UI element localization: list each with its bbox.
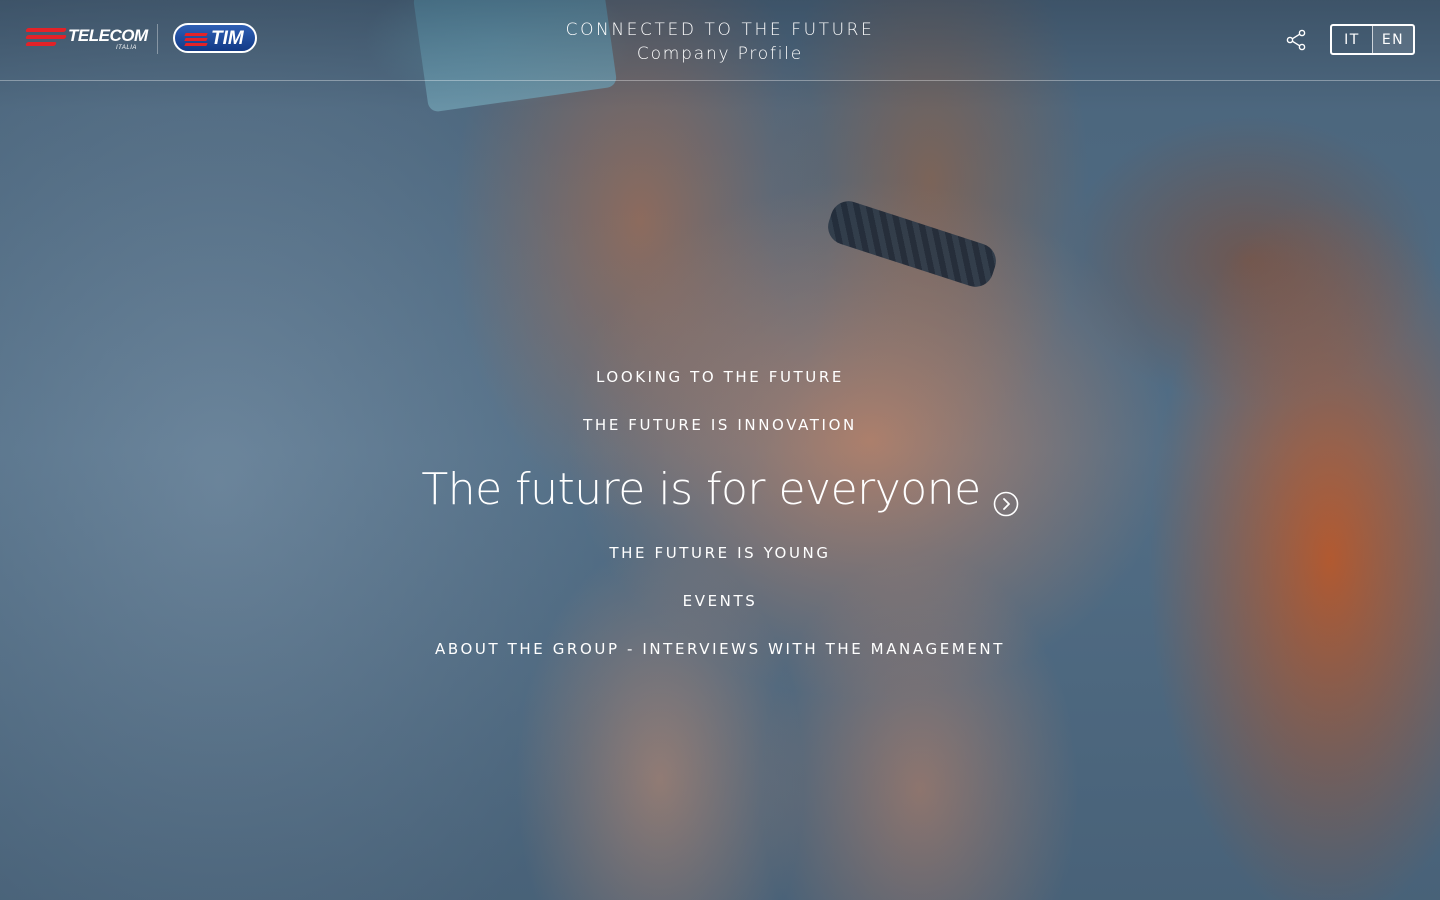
menu-item-events[interactable]: EVENTS — [0, 592, 1440, 610]
menu-item-about-the-group[interactable]: ABOUT THE GROUP - INTERVIEWS WITH THE MA… — [0, 640, 1440, 658]
page-title: CONNECTED TO THE FUTURE Company Profile — [420, 18, 1020, 66]
telecom-italia-logo[interactable]: TELECOM ITALIA — [25, 26, 148, 54]
page: TELECOM ITALIA TIM CONNECTED TO THE FUTU… — [0, 0, 1440, 900]
language-en[interactable]: EN — [1372, 26, 1413, 53]
menu-item-future-is-innovation[interactable]: THE FUTURE IS INNOVATION — [0, 416, 1440, 434]
menu-item-future-is-young[interactable]: THE FUTURE IS YOUNG — [0, 544, 1440, 562]
menu-item-featured-label: The future is for everyone — [421, 464, 981, 515]
language-it[interactable]: IT — [1332, 26, 1372, 53]
share-icon[interactable] — [1284, 28, 1308, 52]
logo-divider — [157, 24, 158, 54]
header: TELECOM ITALIA TIM CONNECTED TO THE FUTU… — [0, 0, 1440, 81]
tim-logo[interactable]: TIM — [173, 23, 257, 53]
page-title-line1: CONNECTED TO THE FUTURE — [565, 20, 875, 40]
menu-item-looking-to-the-future[interactable]: LOOKING TO THE FUTURE — [0, 368, 1440, 386]
telecom-logo-subtext: ITALIA — [116, 45, 137, 51]
chevron-right-circle-icon — [993, 477, 1019, 517]
telecom-logo-text: TELECOM — [68, 26, 148, 45]
background-overlay — [0, 0, 1440, 900]
tim-logo-text: TIM — [211, 28, 244, 49]
menu-item-future-is-for-everyone[interactable]: The future is for everyone — [0, 464, 1440, 517]
tim-stripes-icon — [184, 33, 208, 46]
language-switcher: IT EN — [1330, 24, 1415, 55]
telecom-stripes-icon — [25, 28, 67, 50]
page-title-line2: Company Profile — [636, 44, 804, 64]
